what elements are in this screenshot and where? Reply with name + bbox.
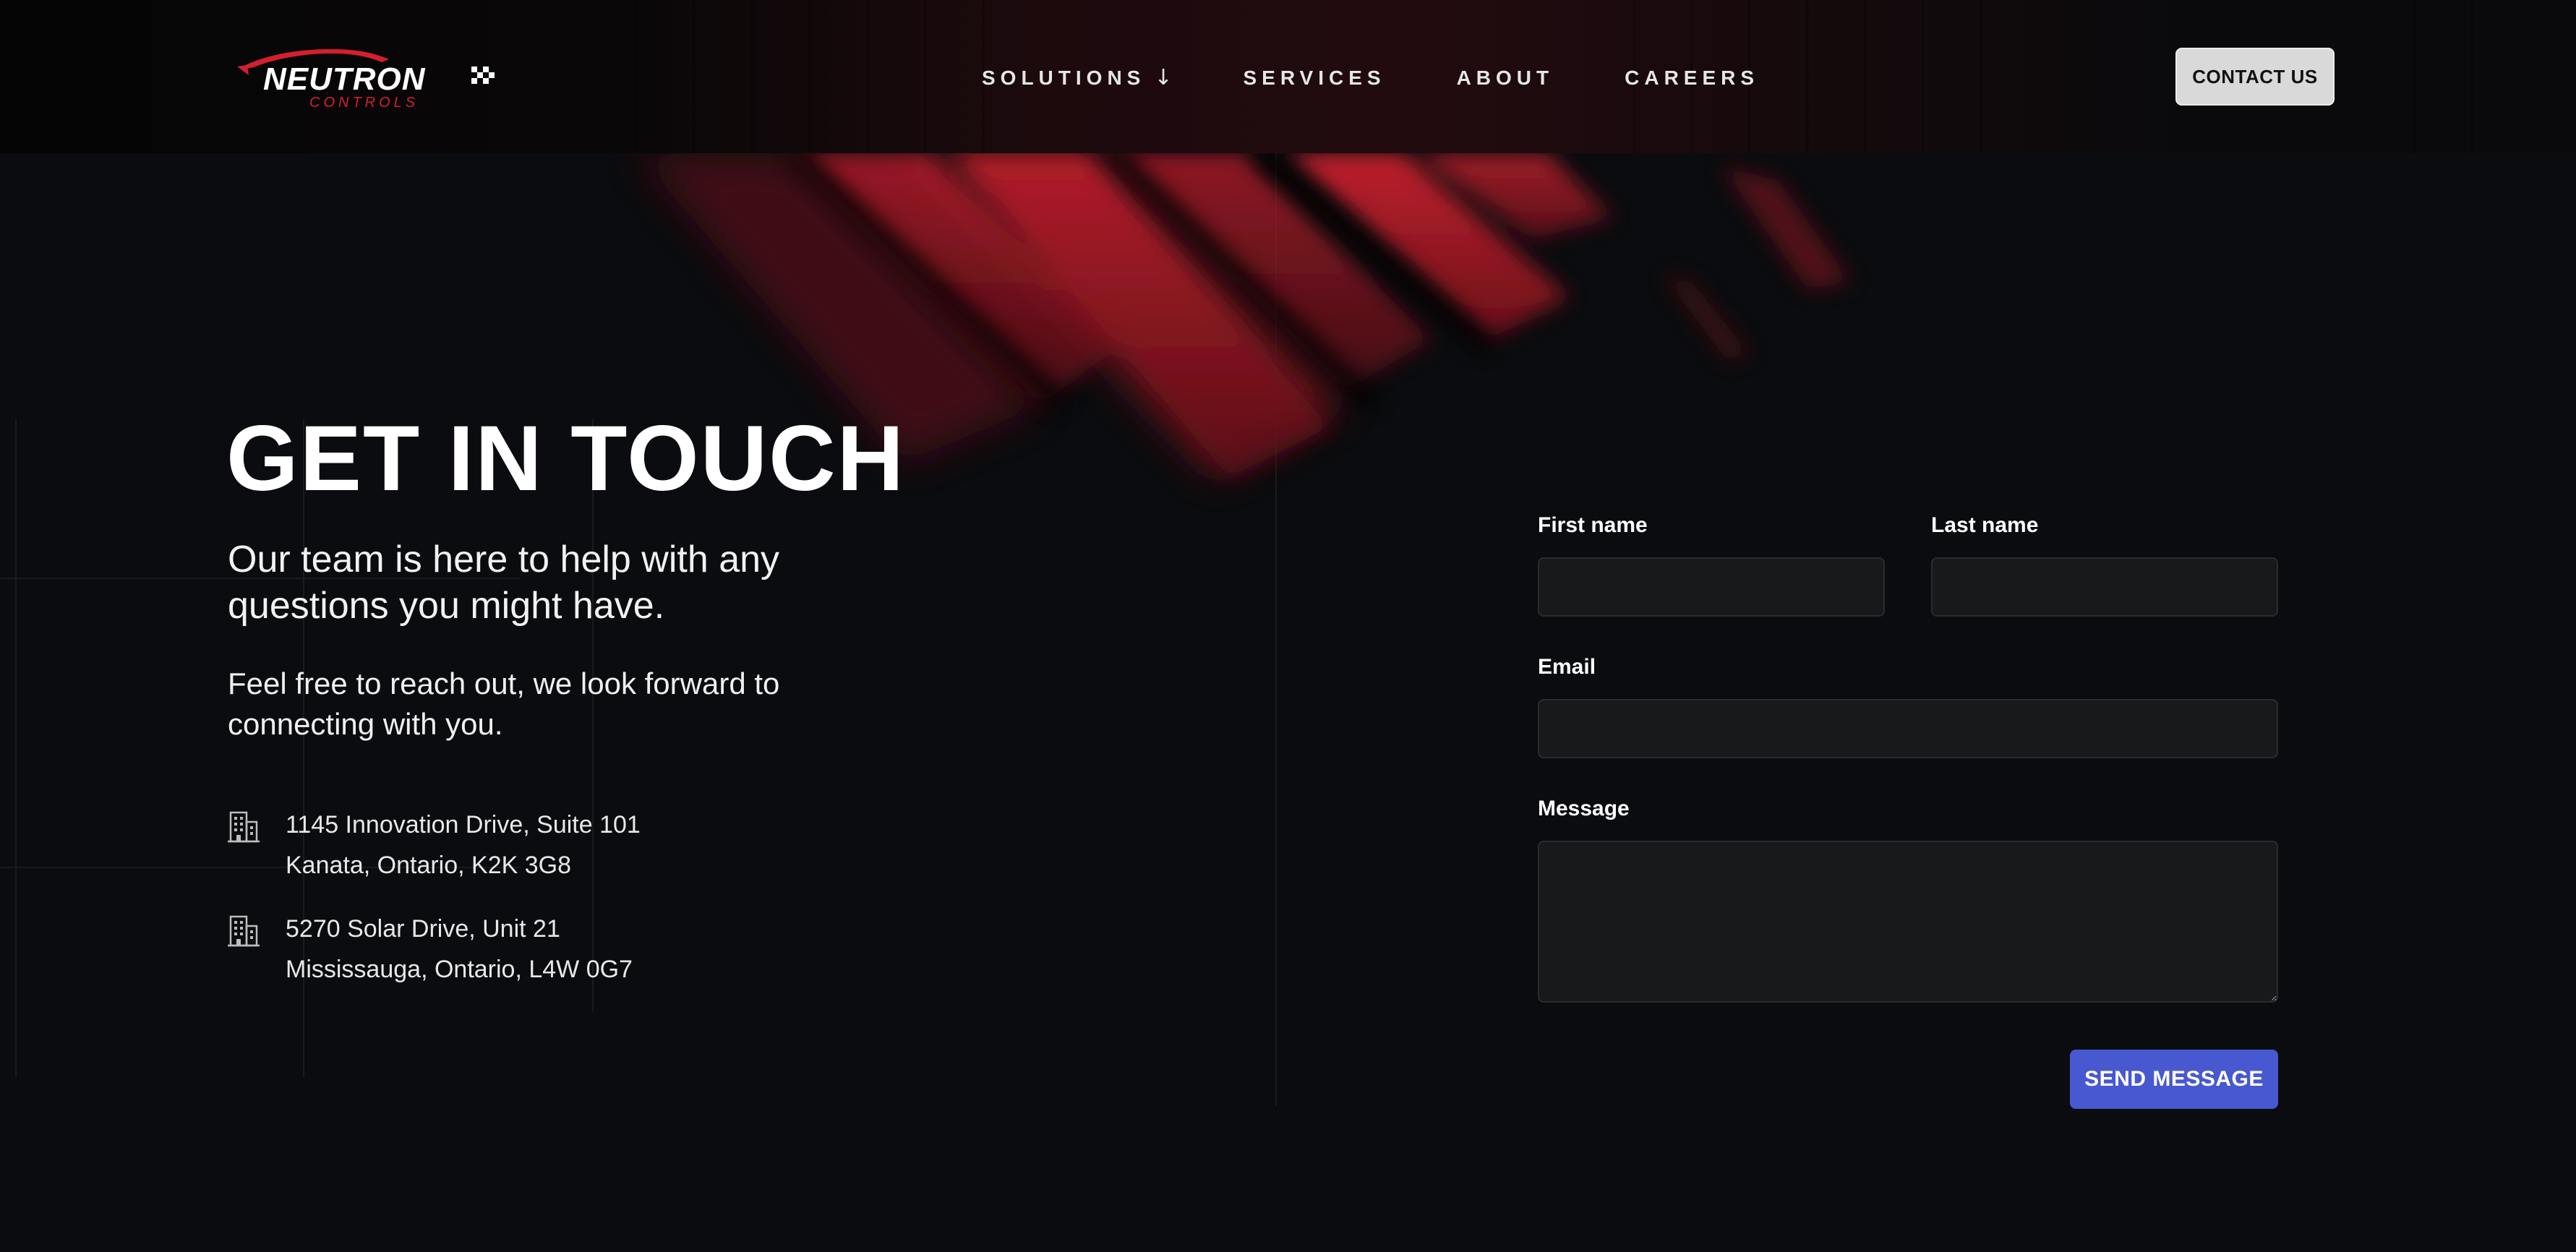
nav-services[interactable]: SERVICES	[1243, 64, 1385, 93]
contact-us-button[interactable]: CONTACT US	[2175, 48, 2335, 106]
hero-intro: Feel free to reach out, we look forward …	[228, 666, 780, 741]
first-name-label: First name	[1538, 513, 1648, 537]
neutron-controls-logo[interactable]: NEUTRON CONTROLS	[237, 46, 497, 113]
address-line-2: Kanata, Ontario, K2K 3G8	[286, 852, 572, 879]
arrow-down-icon: ↓	[1154, 65, 1173, 90]
nav-solutions-label: SOLUTIONS	[982, 67, 1146, 89]
address-line-1: 5270 Solar Drive, Unit 21	[286, 915, 560, 943]
building-icon	[228, 915, 260, 947]
nav-about[interactable]: ABOUT	[1457, 64, 1554, 93]
page-title: GET IN TOUCH	[226, 407, 905, 510]
first-name-field[interactable]	[1538, 557, 1885, 617]
address-kanata: 1145 Innovation Drive, Suite 101 Kanata,…	[228, 805, 641, 886]
address-line-2: Mississauga, Ontario, L4W 0G7	[286, 956, 633, 983]
hero-subtitle: Our team is here to help with any questi…	[228, 539, 780, 627]
logo-wordmark: NEUTRON	[263, 61, 426, 97]
contact-page: NEUTRON CONTROLS SOLUTIONS ↓ SERVICES AB…	[0, 0, 2576, 1252]
last-name-label: Last name	[1931, 513, 2039, 537]
nav-about-label: ABOUT	[1456, 67, 1554, 89]
message-field[interactable]	[1538, 841, 2278, 1003]
email-field[interactable]	[1538, 699, 2278, 758]
last-name-field[interactable]	[1931, 557, 2278, 617]
send-message-button[interactable]: SEND MESSAGE	[2070, 1050, 2278, 1109]
primary-nav: SOLUTIONS ↓ SERVICES ABOUT CAREERS	[982, 64, 1830, 93]
building-icon	[228, 811, 260, 843]
nav-careers[interactable]: CAREERS	[1625, 64, 1759, 93]
nav-services-label: SERVICES	[1243, 67, 1386, 89]
nav-solutions[interactable]: SOLUTIONS ↓	[982, 64, 1172, 93]
top-navigation: NEUTRON CONTROLS SOLUTIONS ↓ SERVICES AB…	[0, 0, 2576, 153]
message-label: Message	[1538, 797, 1630, 820]
address-mississauga: 5270 Solar Drive, Unit 21 Mississauga, O…	[228, 909, 633, 990]
logo-subtext: CONTROLS	[309, 95, 419, 111]
email-label: Email	[1538, 655, 1596, 679]
logo-graphic: NEUTRON CONTROLS	[237, 49, 495, 111]
nav-careers-label: CAREERS	[1625, 67, 1760, 89]
address-line-1: 1145 Innovation Drive, Suite 101	[286, 811, 641, 839]
